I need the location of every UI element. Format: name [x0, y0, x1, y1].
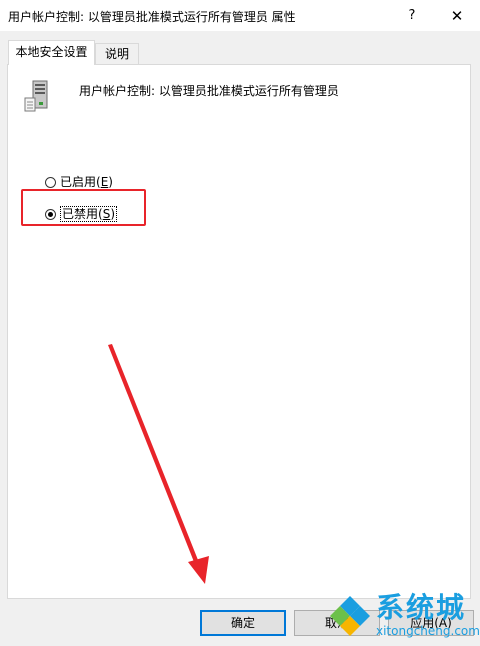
- tab-local-security-setting[interactable]: 本地安全设置: [8, 40, 95, 65]
- window-title: 用户帐户控制: 以管理员批准模式运行所有管理员 属性: [8, 10, 296, 24]
- watermark: 系统城 xitongcheng.com: [320, 590, 480, 646]
- tab-panel: 用户帐户控制: 以管理员批准模式运行所有管理员 已启用(E) 已禁用(S): [7, 64, 471, 599]
- server-policy-icon: [24, 80, 48, 112]
- policy-title: 用户帐户控制: 以管理员批准模式运行所有管理员: [79, 84, 339, 98]
- tab-explain[interactable]: 说明: [95, 43, 139, 64]
- watermark-url: xitongcheng.com: [376, 624, 480, 638]
- radio-enabled-circle[interactable]: [45, 176, 56, 188]
- red-highlight-box: [21, 189, 146, 226]
- help-button[interactable]: ?: [389, 0, 435, 31]
- title-bar: 用户帐户控制: 以管理员批准模式运行所有管理员 属性 ? ✕: [0, 0, 480, 31]
- close-icon: ✕: [450, 6, 464, 25]
- help-icon: ?: [408, 8, 416, 23]
- watermark-brand: 系统城: [376, 591, 467, 624]
- ok-button[interactable]: 确定: [200, 610, 286, 636]
- watermark-logo-icon: [330, 596, 370, 636]
- close-button[interactable]: ✕: [434, 0, 480, 31]
